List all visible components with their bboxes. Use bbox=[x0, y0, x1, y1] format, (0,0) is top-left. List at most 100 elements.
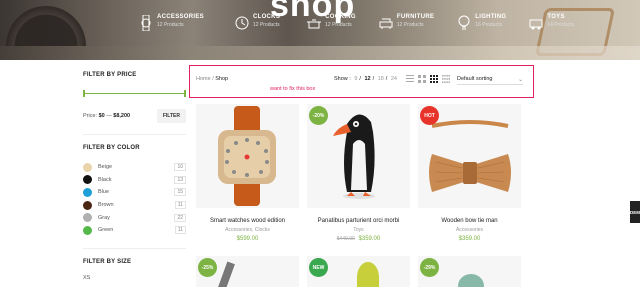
product-price: $449.00 $359.00 bbox=[307, 236, 410, 242]
sofa-icon bbox=[378, 14, 394, 32]
color-name: Beige bbox=[98, 164, 113, 171]
product-category[interactable]: Accessories bbox=[418, 227, 521, 233]
product-image[interactable]: HOT bbox=[418, 104, 521, 208]
price-slider-handle-min[interactable] bbox=[83, 90, 85, 97]
category-name: Furniture bbox=[396, 14, 435, 20]
product-name[interactable]: Panatibus parturient orci morbi bbox=[307, 218, 410, 224]
color-count: 15 bbox=[174, 188, 186, 197]
breadcrumb-home[interactable]: Home bbox=[196, 76, 211, 82]
color-filter-green[interactable]: Green 11 bbox=[83, 224, 186, 237]
category-clocks[interactable]: Clocks 12 Products bbox=[234, 14, 280, 32]
watch-product-image bbox=[218, 106, 276, 206]
demo-side-tab[interactable]: DEM bbox=[630, 201, 640, 223]
product-category[interactable]: Toys bbox=[307, 227, 410, 233]
color-swatch bbox=[83, 200, 92, 210]
product-image[interactable]: -25% bbox=[196, 256, 299, 287]
discount-badge: -20% bbox=[309, 106, 328, 125]
product-card[interactable]: -29% bbox=[418, 256, 521, 287]
sidebar-filters: FILTER BY PRICE Price: $0 — $8,200 FILTE… bbox=[83, 72, 186, 281]
color-swatch bbox=[83, 187, 92, 197]
grid-2-icon[interactable] bbox=[417, 74, 426, 83]
divider bbox=[83, 134, 186, 135]
category-toys[interactable]: Toys 14 Products bbox=[528, 14, 574, 32]
product-category[interactable]: Accessories, Clocks bbox=[196, 227, 299, 233]
filter-button[interactable]: FILTER bbox=[156, 109, 186, 123]
price-slider[interactable] bbox=[83, 90, 186, 97]
product-price: $599.00 bbox=[196, 236, 299, 242]
product-card[interactable]: -25% bbox=[196, 256, 299, 287]
grid-3-icon[interactable] bbox=[429, 74, 438, 83]
list-view-icon[interactable] bbox=[405, 74, 414, 83]
price-range-text: Price: $0 — $8,200 bbox=[83, 113, 130, 119]
price-min: $0 bbox=[98, 113, 105, 119]
product-price: $359.00 bbox=[418, 236, 521, 242]
color-name: Gray bbox=[98, 214, 110, 221]
filter-price-title: FILTER BY PRICE bbox=[83, 72, 137, 78]
sort-select[interactable]: Default sorting ⌄ bbox=[457, 74, 523, 85]
color-count: 13 bbox=[174, 175, 186, 184]
color-swatch bbox=[83, 175, 92, 185]
product-card[interactable]: Smart watches wood edition Accessories, … bbox=[196, 104, 299, 242]
color-name: Blue bbox=[98, 189, 110, 196]
color-filter-gray[interactable]: Gray 22 bbox=[83, 211, 186, 224]
hero-banner: shop Accessories 12 Products Clocks 12 Pro… bbox=[0, 0, 640, 60]
hot-badge: HOT bbox=[420, 106, 439, 125]
color-count: 22 bbox=[174, 213, 186, 222]
category-name: Lighting bbox=[475, 14, 507, 20]
category-count: 12 Products bbox=[252, 22, 280, 28]
product-image[interactable]: NEW bbox=[307, 256, 410, 287]
category-name: Accessories bbox=[157, 14, 204, 20]
product-shape bbox=[458, 274, 484, 287]
category-lighting[interactable]: Lighting 16 Products bbox=[456, 14, 506, 32]
color-filter-brown[interactable]: Brown 11 bbox=[83, 199, 186, 212]
price-current: $599.00 bbox=[236, 236, 259, 242]
price-max: $8,200 bbox=[113, 113, 131, 119]
color-filter-beige[interactable]: Beige 10 bbox=[83, 161, 186, 174]
grid-4-icon[interactable] bbox=[441, 74, 450, 83]
view-switcher bbox=[405, 74, 453, 83]
color-list: Beige 10 Black 13 Blue 15 Brown 11 Gray 22 Green 11 bbox=[83, 161, 186, 237]
hero-lamp-image bbox=[6, 6, 86, 46]
product-image[interactable]: -20% bbox=[307, 104, 410, 208]
color-swatch bbox=[83, 162, 92, 172]
price-slider-handle-max[interactable] bbox=[184, 90, 186, 97]
color-count: 11 bbox=[174, 201, 186, 210]
size-option-xs[interactable]: XS bbox=[83, 275, 186, 281]
product-shape bbox=[217, 261, 235, 287]
chevron-down-icon: ⌄ bbox=[517, 76, 523, 83]
product-name[interactable]: Smart watches wood edition bbox=[196, 218, 299, 224]
color-swatch bbox=[83, 213, 92, 223]
filter-size-title: FILTER BY SIZE bbox=[83, 258, 132, 265]
category-count: 16 Products bbox=[475, 22, 502, 28]
product-card[interactable]: HOT Wooden bow tie man Accessories $359.… bbox=[418, 104, 521, 242]
product-card[interactable]: NEW bbox=[307, 256, 410, 287]
category-furniture[interactable]: Furniture 12 Products bbox=[378, 14, 434, 32]
category-cooking[interactable]: Cooking 12 Products bbox=[306, 14, 356, 32]
price-old: $449.00 bbox=[336, 236, 355, 242]
per-page-selector: Show : 9/ 12/ 18/ 24 bbox=[334, 76, 397, 82]
category-accessories[interactable]: Accessories 12 Products bbox=[138, 14, 204, 32]
color-filter-black[interactable]: Black 13 bbox=[83, 174, 186, 187]
category-name: Toys bbox=[547, 14, 565, 20]
per-page-option[interactable]: 9 bbox=[354, 76, 357, 82]
per-page-option[interactable]: 24 bbox=[391, 76, 397, 82]
price-current: $359.00 bbox=[358, 236, 381, 242]
color-count: 11 bbox=[174, 226, 186, 235]
watch-icon bbox=[138, 14, 154, 32]
product-image[interactable]: -29% bbox=[418, 256, 521, 287]
hero-floor bbox=[0, 46, 640, 60]
shop-toolbar-highlight-box: Home / Shop want to fix this box Show : … bbox=[189, 65, 534, 98]
annotation-note: want to fix this box bbox=[270, 86, 316, 92]
bulb-icon bbox=[456, 14, 472, 32]
product-card[interactable]: -20% Panatibus parturient orci morbi Toy… bbox=[307, 104, 410, 242]
product-name[interactable]: Wooden bow tie man bbox=[418, 218, 521, 224]
breadcrumb-sep: / bbox=[212, 76, 214, 82]
product-image[interactable] bbox=[196, 104, 299, 208]
color-filter-blue[interactable]: Blue 15 bbox=[83, 186, 186, 199]
pot-icon bbox=[306, 14, 322, 32]
price-label: Price: bbox=[83, 113, 98, 119]
category-name: Clocks bbox=[252, 14, 281, 20]
per-page-option[interactable]: 12 bbox=[364, 76, 370, 82]
color-name: Brown bbox=[98, 202, 114, 209]
per-page-option[interactable]: 18 bbox=[378, 76, 384, 82]
